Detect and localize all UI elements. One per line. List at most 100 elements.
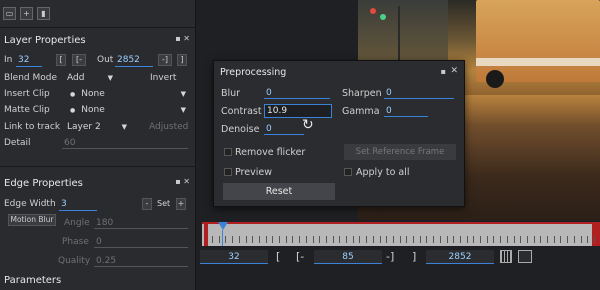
timeline-tick: [319, 236, 321, 243]
timeline-tick: [305, 236, 307, 243]
timeline-tick: [413, 236, 414, 243]
chevron-down-icon: ▼: [180, 106, 186, 114]
playhead-icon[interactable]: [218, 222, 228, 230]
remove-flicker-label[interactable]: Remove flicker: [235, 147, 305, 158]
new-folder-icon[interactable]: ▭: [3, 7, 16, 20]
timeline-tick: [372, 236, 374, 243]
chevron-down-icon: ▼: [180, 90, 186, 98]
apply-to-all-checkbox[interactable]: [344, 168, 352, 176]
preprocessing-dialog: Preprocessing ▪ ✕ Blur 0 Sharpen 0 Contr…: [213, 60, 465, 207]
timeline-tick: [379, 236, 381, 243]
invert-label[interactable]: Invert: [150, 73, 176, 83]
timeline-tick: [426, 236, 428, 243]
timeline-tick: [446, 236, 448, 243]
timeline-tick: [339, 236, 341, 243]
quality-field[interactable]: 0.25: [94, 255, 188, 267]
timeline-tick: [593, 236, 595, 243]
traffic-light-green: [380, 14, 386, 20]
blend-mode-label: Blend Mode: [4, 73, 58, 83]
denoise-field[interactable]: 0: [264, 123, 304, 135]
timeline-tick: [573, 236, 575, 243]
preview-checkbox[interactable]: [224, 168, 232, 176]
reset-button[interactable]: Reset: [223, 183, 335, 200]
timeline-tick: [325, 236, 327, 243]
out-field[interactable]: 2852: [115, 54, 153, 67]
phase-field[interactable]: 0: [94, 236, 188, 248]
traffic-light-red: [370, 8, 376, 14]
link-track-dropdown[interactable]: Layer 2 ▼: [67, 121, 127, 134]
parameters-title: Parameters: [4, 274, 62, 286]
sharpen-label: Sharpen: [342, 88, 382, 99]
current-frame-field[interactable]: 85: [314, 250, 382, 264]
denoise-label: Denoise: [221, 124, 260, 135]
playhead-line: [222, 230, 223, 246]
apply-to-all-label[interactable]: Apply to all: [356, 167, 410, 178]
new-layer-icon[interactable]: +: [20, 7, 33, 20]
timeline-tick: [238, 236, 240, 243]
timeline-out-field[interactable]: 2852: [426, 250, 494, 264]
timeline-tick: [493, 236, 495, 243]
timeline-tick: [245, 236, 247, 243]
timeline-tick: [299, 236, 301, 243]
timeline-tick: [258, 236, 260, 243]
filmstrip-icon[interactable]: [500, 250, 512, 263]
set-reference-frame-button[interactable]: Set Reference Frame: [344, 144, 456, 160]
contrast-label: Contrast: [221, 106, 262, 117]
preview-label[interactable]: Preview: [235, 167, 272, 178]
sharpen-field[interactable]: 0: [384, 87, 454, 99]
gamma-label: Gamma: [342, 106, 380, 117]
timeline-tick: [218, 236, 220, 243]
edge-width-field[interactable]: 3: [59, 198, 97, 211]
timeline-tick: [580, 236, 582, 243]
timeline-tick: [453, 236, 455, 243]
in-marker[interactable]: [204, 224, 208, 246]
set-in-button[interactable]: [: [276, 250, 280, 264]
timeline-tick: [352, 236, 354, 243]
edge-width-set-button[interactable]: Set: [157, 199, 170, 208]
gamma-field[interactable]: 0: [384, 105, 428, 117]
remove-flicker-checkbox[interactable]: [224, 148, 232, 156]
timeline-tick: [567, 236, 569, 243]
goto-out-button[interactable]: -]: [158, 54, 172, 66]
timeline-track[interactable]: [202, 222, 600, 246]
goto-in-button[interactable]: [-: [72, 54, 86, 66]
edge-width-minus-button[interactable]: -: [142, 198, 152, 210]
goto-in-button[interactable]: [-: [296, 250, 304, 264]
bus-stripe: [476, 58, 600, 66]
matte-clip-value: None: [81, 105, 105, 115]
edge-width-plus-button[interactable]: +: [176, 198, 186, 210]
close-icon[interactable]: ✕: [450, 66, 458, 76]
timeline-tick: [232, 236, 234, 243]
pin-icon[interactable]: ▪: [441, 67, 446, 76]
contrast-field[interactable]: 10.9: [264, 104, 332, 118]
frame-icon[interactable]: [518, 250, 532, 263]
set-out-bracket-button[interactable]: ]: [177, 54, 187, 66]
blend-mode-dropdown[interactable]: Add ▼: [67, 72, 113, 85]
blur-label: Blur: [221, 88, 241, 99]
in-field[interactable]: 32: [16, 54, 42, 67]
transport-bar: 32 [ [- 85 -] ] 2852: [196, 246, 600, 268]
panel-pin-close-icons[interactable]: ▪ ✕: [175, 34, 190, 43]
insert-clip-dropdown[interactable]: ● None ▼: [70, 88, 186, 101]
divider: [0, 166, 196, 167]
left-panel: ▭ + ▮ Layer Properties ▪ ✕ In 32 [ [- Ou…: [0, 0, 196, 290]
timeline-tick: [225, 236, 227, 243]
matte-clip-dropdown[interactable]: ● None ▼: [70, 104, 186, 117]
trash-icon[interactable]: ▮: [37, 7, 50, 20]
set-out-button[interactable]: ]: [412, 250, 416, 264]
goto-out-button[interactable]: -]: [386, 250, 394, 264]
angle-field[interactable]: 180: [94, 217, 188, 229]
detail-field[interactable]: 60: [62, 137, 188, 149]
motion-blur-button[interactable]: Motion Blur: [8, 214, 56, 226]
adjusted-label: Adjusted: [149, 122, 189, 132]
timeline-tick: [252, 236, 254, 243]
blur-field[interactable]: 0: [264, 87, 330, 99]
parameters-header: Parameters: [0, 271, 196, 289]
panel-pin-close-icons[interactable]: ▪ ✕: [175, 177, 190, 186]
timeline-tick: [366, 236, 368, 243]
timeline-tick: [292, 236, 294, 243]
preprocessing-title: Preprocessing: [220, 67, 287, 78]
set-in-bracket-button[interactable]: [: [56, 54, 66, 66]
edge-width-label: Edge Width: [4, 199, 56, 209]
timeline-in-field[interactable]: 32: [200, 250, 268, 264]
